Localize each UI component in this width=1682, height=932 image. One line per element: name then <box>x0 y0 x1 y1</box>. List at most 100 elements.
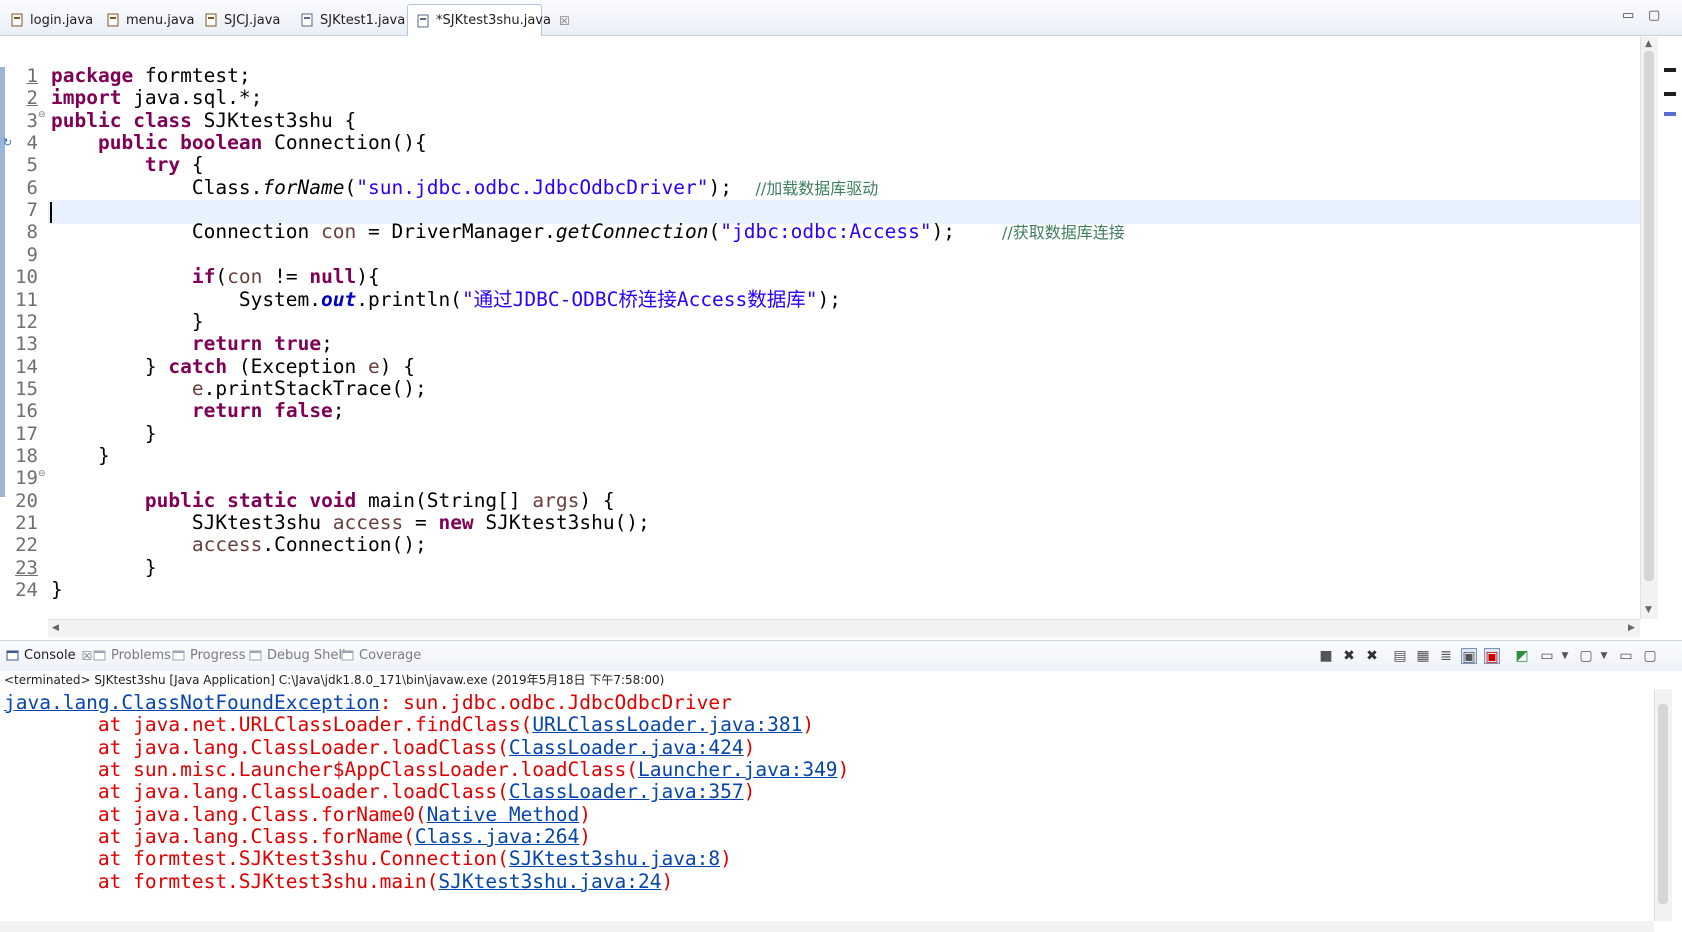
open-console-icon[interactable]: ▢ <box>1578 648 1594 664</box>
console-text: at java.lang.Class.forName( <box>4 825 415 849</box>
close-tab-icon[interactable]: ☒ <box>559 14 570 28</box>
show-on-stdout-icon[interactable]: ▣ <box>1461 648 1477 665</box>
code-token: } <box>51 421 157 445</box>
minimize-console-icon[interactable]: ▭ <box>1618 648 1634 664</box>
code-token: class <box>133 108 192 132</box>
code-line: } <box>51 578 63 602</box>
code-token: { <box>180 153 204 177</box>
console-tab[interactable]: Problems <box>93 648 171 663</box>
code-token: public <box>144 488 216 512</box>
code-token: = DriverManager. <box>356 220 556 244</box>
code-token: args <box>532 488 580 512</box>
code-token: return <box>191 399 263 423</box>
console-tab[interactable]: Progress <box>172 648 245 663</box>
stack-trace-link[interactable]: ClassLoader.java:424 <box>509 736 744 759</box>
remove-all-terminated-icon[interactable]: ✖ <box>1364 648 1380 664</box>
tab-label: login.java <box>30 12 94 28</box>
editor-tab[interactable]: login.java <box>2 4 98 36</box>
overview-ruler-marker[interactable] <box>1664 92 1676 96</box>
code-token: out <box>321 287 357 311</box>
display-console-icon[interactable]: ▭ <box>1539 648 1555 664</box>
code-token: access <box>191 533 263 557</box>
clear-console-icon[interactable]: ▤ <box>1392 648 1408 664</box>
scroll-down-icon[interactable]: ▼ <box>1645 605 1652 615</box>
line-number: 5 <box>26 154 38 177</box>
pin-console-icon[interactable]: ◩ <box>1514 648 1530 664</box>
scroll-left-icon[interactable]: ◀ <box>52 623 59 633</box>
code-token: Connection(){ <box>262 131 427 155</box>
maximize-console-icon[interactable]: ▢ <box>1642 648 1658 664</box>
overview-ruler-marker[interactable] <box>1664 68 1676 72</box>
editor-tab[interactable]: *SJKtest3shu.java ☒ <box>407 4 570 36</box>
editor-tab[interactable]: SJCJ.java <box>196 4 292 36</box>
java-file-icon <box>416 14 430 28</box>
console-tab-label: Coverage <box>359 648 422 663</box>
show-on-stderr-icon[interactable]: ▣ <box>1484 648 1500 665</box>
minimize-editor-icon[interactable]: ▭ <box>1622 9 1634 23</box>
console-tab[interactable]: Coverage <box>341 648 421 663</box>
close-tab-icon[interactable]: ☒ <box>82 649 93 663</box>
stack-trace-link[interactable]: SJKtest3shu.java:24 <box>438 870 661 893</box>
scroll-right-icon[interactable]: ▶ <box>1628 623 1635 633</box>
display-console-dropdown-icon[interactable]: ▼ <box>1557 648 1573 664</box>
line-number: 23 <box>15 556 38 579</box>
code-token: e <box>368 354 380 378</box>
console-text: at formtest.SJKtest3shu.Connection( <box>4 847 509 871</box>
remove-launch-icon[interactable]: ✖ <box>1341 648 1357 664</box>
collapse-fold-icon[interactable]: ⊖ <box>38 110 46 120</box>
console-output-line: at java.lang.ClassLoader.loadClass(Class… <box>4 736 755 760</box>
console-horizontal-scrollbar[interactable] <box>0 921 1654 932</box>
java-class-icon <box>10 13 24 27</box>
code-token: try <box>144 153 181 177</box>
overview-ruler-marker[interactable] <box>1664 112 1676 116</box>
editor-horizontal-scrollbar[interactable] <box>48 619 1640 637</box>
stack-trace-link[interactable]: Native Method <box>427 803 580 826</box>
editor-tab[interactable]: SJKtest1.java <box>292 4 407 36</box>
code-token: SJKtest3shu { <box>191 108 357 132</box>
console-text: ) <box>579 802 592 826</box>
stack-trace-link[interactable]: Class.java:264 <box>415 825 579 848</box>
override-marker-icon[interactable]: ↻ <box>3 136 12 149</box>
editor-scroll-thumb[interactable] <box>1644 51 1654 581</box>
code-token: Connection <box>51 220 322 244</box>
maximize-editor-icon[interactable]: ▢ <box>1648 9 1660 23</box>
tab-label: SJCJ.java <box>224 12 281 28</box>
code-editor[interactable]: 1 2 3 4 5 6 7 8 9 10 11 12 13 14 15 16 17 18 19 20 21 22 23 24 ↻… <box>0 37 1660 637</box>
console-text: at java.net.URLClassLoader.findClass( <box>4 713 533 737</box>
stack-trace-link[interactable]: URLClassLoader.java:381 <box>532 713 802 736</box>
code-token: public <box>97 131 169 155</box>
console-tab[interactable]: Console ☒ <box>6 648 92 663</box>
console-scroll-thumb[interactable] <box>1658 704 1668 904</box>
console-output-line: at java.lang.Class.forName(Class.java:26… <box>4 825 591 849</box>
code-token: forName <box>262 175 345 199</box>
code-line: try { <box>51 153 204 177</box>
scroll-lock-icon[interactable]: ▦ <box>1415 648 1431 664</box>
word-wrap-icon[interactable]: ≣ <box>1438 648 1454 664</box>
code-token: .printStackTrace(); <box>203 376 427 400</box>
open-console-dropdown-icon[interactable]: ▼ <box>1596 648 1612 664</box>
tab-label: SJKtest1.java <box>320 12 406 28</box>
stack-trace-link[interactable]: SJKtest3shu.java:8 <box>509 847 720 870</box>
stack-trace-link[interactable]: ClassLoader.java:357 <box>509 780 744 803</box>
console-tab[interactable]: Debug Shell <box>249 648 346 663</box>
line-number: 1 <box>26 65 38 87</box>
code-line: e.printStackTrace(); <box>51 377 427 401</box>
console-text: ) <box>661 869 674 893</box>
stack-trace-link[interactable]: java.lang.ClassNotFoundException <box>4 691 380 714</box>
stack-trace-link[interactable]: Launcher.java:349 <box>638 758 838 781</box>
code-token: con <box>321 220 357 244</box>
code-token: (Exception <box>227 354 368 378</box>
code-line: public boolean Connection(){ <box>51 131 427 155</box>
code-line: if(con != null){ <box>51 265 380 289</box>
terminate-icon[interactable]: ■ <box>1318 648 1334 664</box>
line-number: 19 <box>15 467 38 490</box>
console-output-line: at formtest.SJKtest3shu.Connection(SJKte… <box>4 847 732 871</box>
code-token: ); <box>817 287 842 311</box>
scroll-up-icon[interactable]: ▲ <box>1645 39 1652 49</box>
console-text: ) <box>837 758 850 782</box>
editor-tab[interactable]: menu.java <box>98 4 196 36</box>
line-number: 17 <box>15 422 38 445</box>
code-token: .println( <box>356 287 462 311</box>
collapse-fold-icon[interactable]: ⊖ <box>38 469 46 479</box>
